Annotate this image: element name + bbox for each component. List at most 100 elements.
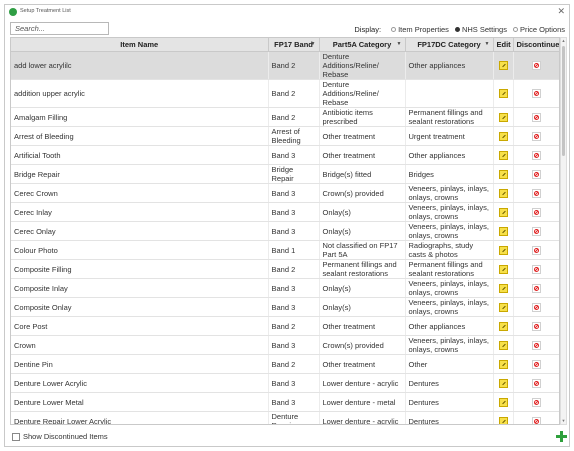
edit-pencil-icon[interactable] [498,378,508,388]
edit-pencil-icon[interactable] [498,61,508,71]
edit-pencil-icon[interactable] [498,112,508,122]
no-entry-icon[interactable] [531,359,541,369]
table-row[interactable]: Dentine Pin Band 2 Other treatment Other [11,354,559,374]
table-row[interactable]: Composite Onlay Band 3 Onlay(s) Veneers, pi… [11,297,559,317]
no-entry-icon[interactable] [531,340,541,350]
scrollbar-thumb[interactable] [562,46,565,156]
no-entry-icon[interactable] [531,264,541,274]
filter-icon[interactable]: ▼ [311,41,316,47]
fp17dc-category-cell: Other appliances [405,145,494,165]
column-header-part5a-category[interactable]: Part5A Category ▼ [319,38,406,52]
item-name-cell: Crown [11,335,269,355]
no-entry-icon[interactable] [531,131,541,141]
no-entry-icon[interactable] [531,416,541,424]
no-entry-icon[interactable] [531,245,541,255]
fp17-band-cell: Band 3 [268,221,320,241]
fp17dc-category-cell: Dentures [405,373,494,393]
edit-pencil-icon[interactable] [498,359,508,369]
no-entry-icon[interactable] [531,188,541,198]
edit-pencil-icon[interactable] [498,226,508,236]
table-row[interactable]: Denture Lower Metal Band 3 Lower denture -… [11,392,559,412]
item-name-cell: Cerec Crown [11,183,269,203]
edit-pencil-icon[interactable] [498,188,508,198]
no-entry-icon[interactable] [531,226,541,236]
no-entry-icon[interactable] [531,302,541,312]
edit-pencil-icon[interactable] [498,207,508,217]
setup-treatment-list-window: Setup Treatment List ✕ Display: Item Pro… [4,4,570,447]
column-header-fp17-band[interactable]: FP17 Band ▼ [268,38,320,52]
item-name-cell: Amalgam Filling [11,107,269,127]
table-row[interactable]: Amalgam Filling Band 2 Antibiotic items pr… [11,107,559,127]
no-entry-icon[interactable] [531,283,541,293]
scroll-down-icon[interactable]: ▼ [561,418,566,424]
vertical-scrollbar[interactable]: ▲ ▼ [560,37,567,425]
no-entry-icon[interactable] [531,169,541,179]
edit-pencil-icon[interactable] [498,321,508,331]
edit-pencil-icon[interactable] [498,150,508,160]
no-entry-icon[interactable] [531,207,541,217]
filter-icon[interactable]: ▼ [485,41,490,47]
search-input[interactable] [10,22,109,35]
edit-pencil-icon[interactable] [498,264,508,274]
no-entry-icon[interactable] [531,397,541,407]
edit-pencil-icon[interactable] [498,397,508,407]
show-discontinued-checkbox[interactable] [12,433,20,441]
discontinue-cell [513,411,559,424]
fp17dc-category-cell [405,79,494,108]
column-header-item-name[interactable]: Item Name [11,38,269,52]
table-row[interactable]: Core Post Band 2 Other treatment Other appl… [11,316,559,336]
edit-pencil-icon[interactable] [498,89,508,99]
column-header-label: Part5A Category [332,40,392,49]
plus-icon[interactable] [556,431,567,442]
column-header-discontinue: Discontinue [513,38,559,52]
no-entry-icon[interactable] [531,150,541,160]
discontinue-cell [513,297,559,317]
no-entry-icon[interactable] [531,321,541,331]
no-entry-icon[interactable] [531,89,541,99]
column-header-fp17dc-category[interactable]: FP17DC Category ▼ [405,38,494,52]
part5a-category-cell: Not classified on FP17 Part 5A [319,240,406,260]
edit-pencil-icon[interactable] [498,340,508,350]
table-row[interactable]: Composite Inlay Band 3 Onlay(s) Veneers, pi… [11,278,559,298]
edit-pencil-icon[interactable] [498,169,508,179]
item-name-cell: Core Post [11,316,269,336]
table-row[interactable]: Composite Filling Band 2 Permanent filling… [11,259,559,279]
edit-pencil-icon[interactable] [498,283,508,293]
fp17dc-category-cell: Other appliances [405,316,494,336]
table-row[interactable]: Denture Lower Acrylic Band 3 Lower denture… [11,373,559,393]
table-row[interactable]: addition upper acrylic Band 2 Denture Addi… [11,79,559,108]
no-entry-icon[interactable] [531,112,541,122]
edit-pencil-icon[interactable] [498,245,508,255]
item-name-cell: Colour Photo [11,240,269,260]
edit-pencil-icon[interactable] [498,416,508,424]
table-row[interactable]: Denture Repair Lower AcrylicDenture Repa… [11,411,559,424]
table-row[interactable]: add lower acrylilc Band 2 Denture Addition… [11,51,559,80]
no-entry-icon[interactable] [531,378,541,388]
radio-nhs-settings[interactable]: NHS Settings [454,24,507,34]
fp17-band-cell: Band 3 [268,183,320,203]
radio-label: NHS Settings [461,24,507,34]
radio-item-properties[interactable]: Item Properties [391,25,449,34]
filter-icon[interactable]: ▼ [397,41,402,47]
table-row[interactable]: Arrest of Bleeding Arrest of Bleeding Othe… [11,126,559,146]
scroll-up-icon[interactable]: ▲ [561,38,566,44]
radio-price-options[interactable]: Price Options [512,25,565,34]
discontinue-cell [513,240,559,260]
table-row[interactable]: Bridge Repair Bridge Repair Bridge(s) fitt… [11,164,559,184]
table-row[interactable]: Colour Photo Band 1 Not classified on FP17… [11,240,559,260]
table-row[interactable]: Crown Band 3 Crown(s) provided Veneers, pin… [11,335,559,355]
edit-cell [493,354,514,374]
radio-label: Item Properties [398,24,449,34]
item-name-cell: Artificial Tooth [11,145,269,165]
close-icon[interactable]: ✕ [557,5,565,17]
table-row[interactable]: Cerec Inlay Band 3 Onlay(s) Veneers, pinlay… [11,202,559,222]
edit-pencil-icon[interactable] [498,131,508,141]
fp17dc-category-cell: Veneers, pinlays, inlays, onlays, crowns [405,183,494,203]
fp17dc-category-cell: Other [405,354,494,374]
edit-pencil-icon[interactable] [498,302,508,312]
table-row[interactable]: Cerec Onlay Band 3 Onlay(s) Veneers, pinlay… [11,221,559,241]
discontinue-cell [513,51,559,80]
table-row[interactable]: Cerec Crown Band 3 Crown(s) provided Veneer… [11,183,559,203]
no-entry-icon[interactable] [531,61,541,71]
table-row[interactable]: Artificial Tooth Band 3 Other treatment Oth… [11,145,559,165]
